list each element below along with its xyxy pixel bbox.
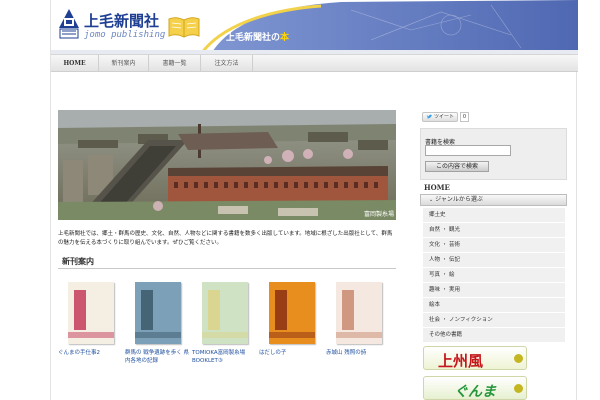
book-cover-accent [342, 290, 354, 330]
book-title-link[interactable]: 赤城山 残照の詩 [326, 349, 390, 357]
book-title-link[interactable]: TOMIOKA富岡製糸場 BOOKLET③ [192, 349, 256, 365]
book-cover[interactable] [269, 282, 315, 344]
intro-text: 上毛新聞社では、郷土・群馬の歴史、文化、自然、人物などに関する書籍を数多く出版し… [58, 231, 393, 246]
hero-photo-factory [58, 110, 396, 220]
book-cover-band [135, 332, 181, 338]
arrow-right-icon [514, 354, 523, 363]
book-item[interactable]: はだしの子 [259, 282, 323, 357]
jyoshu-fu-banner[interactable]: 上州風 [423, 346, 527, 370]
book-list: ぐんまの手仕事2 群馬の 戦争遺跡を歩く 県内各地の記録 TOMIOKA富岡製糸場 … [58, 282, 396, 372]
book-item[interactable]: TOMIOKA富岡製糸場 BOOKLET③ [192, 282, 256, 365]
book-cover-accent [275, 290, 287, 330]
tweet-label: ツイート [434, 114, 455, 120]
nav-item-order[interactable]: 注文方法 [201, 55, 253, 72]
nav-item-home[interactable]: HOME [51, 55, 99, 72]
genre-item[interactable]: 人物 ・ 伝記 [423, 253, 565, 268]
site-header: 上毛新聞社 jomo publishing 上毛新聞社の本 [51, 0, 578, 54]
tagline-accent: 本 [280, 33, 290, 43]
tweet-count: 0 [460, 112, 470, 122]
genre-list: 郷土史 自然 ・ 観光 文化 ・ 芸術 人物 ・ 伝記 写真 ・ 絵趣味 ・ 実用 絵本社… [423, 208, 565, 343]
nav-item-new-releases[interactable]: 新刊案内 [99, 55, 149, 72]
genre-dropdown[interactable]: ⌄ ジャンルから選ぶ [420, 194, 567, 206]
genre-item[interactable]: その他の書籍 [423, 328, 565, 343]
logo-emblem-icon[interactable] [58, 8, 80, 42]
genre-item[interactable]: 文化 ・ 芸術 [423, 238, 565, 253]
book-cover-band [68, 332, 114, 338]
logo-subtitle: jomo publishing [84, 30, 166, 40]
search-button[interactable]: この内容で検索 [425, 161, 489, 172]
book-item[interactable]: 赤城山 残照の詩 [326, 282, 390, 357]
book-cover[interactable] [68, 282, 114, 344]
nav-item-book-list[interactable]: 書籍一覧 [149, 55, 201, 72]
twitter-bird-icon [426, 114, 433, 119]
open-book-icon [168, 17, 200, 38]
genre-item[interactable]: 社会 ・ ノンフィクション [423, 313, 565, 328]
search-panel: 書籍を検索 この内容で検索 [420, 128, 567, 180]
hero-caption: 富岡製糸場 [363, 211, 394, 218]
banner-gunma-text: ぐんま [454, 384, 496, 400]
logo-text[interactable]: 上毛新聞社 [84, 10, 159, 31]
book-cover[interactable] [202, 282, 248, 344]
book-title-link[interactable]: はだしの子 [259, 349, 323, 357]
genre-item[interactable]: 絵本 [423, 298, 565, 313]
site-wrapper: 上毛新聞社 jomo publishing 上毛新聞社の本 HOME 新刊案内 … [50, 0, 578, 400]
book-item[interactable]: 群馬の 戦争遺跡を歩く 県内各地の記録 [125, 282, 189, 365]
book-cover-band [269, 332, 315, 338]
book-cover-band [336, 332, 382, 338]
gunma-banner[interactable]: ぐんま [423, 376, 527, 400]
new-releases-heading: 新刊案内 [58, 255, 396, 269]
chevron-down-icon: ⌄ [429, 197, 434, 203]
page: 上毛新聞社 jomo publishing 上毛新聞社の本 HOME 新刊案内 … [0, 0, 600, 400]
tagline-text: 上毛新聞社の [226, 33, 281, 43]
tweet-widget: ツイート 0 [422, 112, 470, 122]
genre-item[interactable]: 写真 ・ 絵 [423, 268, 565, 283]
hero-image: 富岡製糸場 [58, 110, 396, 220]
search-input[interactable] [425, 145, 511, 156]
header-tagline: 上毛新聞社の本 [226, 30, 289, 43]
book-cover-band [202, 332, 248, 338]
tweet-button[interactable]: ツイート [422, 112, 459, 122]
genre-item[interactable]: 自然 ・ 観光 [423, 223, 565, 238]
book-item[interactable]: ぐんまの手仕事2 [58, 282, 122, 357]
main-nav: HOME 新刊案内 書籍一覧 注文方法 [51, 54, 578, 72]
genre-item[interactable]: 郷土史 [423, 208, 565, 223]
genre-item[interactable]: 趣味 ・ 実用 [423, 283, 565, 298]
book-cover-accent [208, 290, 220, 330]
book-cover[interactable] [336, 282, 382, 344]
book-cover-accent [141, 290, 153, 330]
book-cover-accent [74, 290, 86, 330]
book-title-link[interactable]: ぐんまの手仕事2 [58, 349, 122, 357]
main-content: 富岡製糸場 [58, 110, 396, 220]
banner-jyoshu-text: 上州風 [438, 352, 484, 370]
arrow-right-icon [514, 384, 523, 393]
sidebar-home-link[interactable]: HOME [420, 182, 567, 194]
book-cover[interactable] [135, 282, 181, 344]
book-title-link[interactable]: 群馬の 戦争遺跡を歩く 県内各地の記録 [125, 349, 189, 365]
genre-heading: ジャンルから選ぶ [435, 196, 483, 203]
